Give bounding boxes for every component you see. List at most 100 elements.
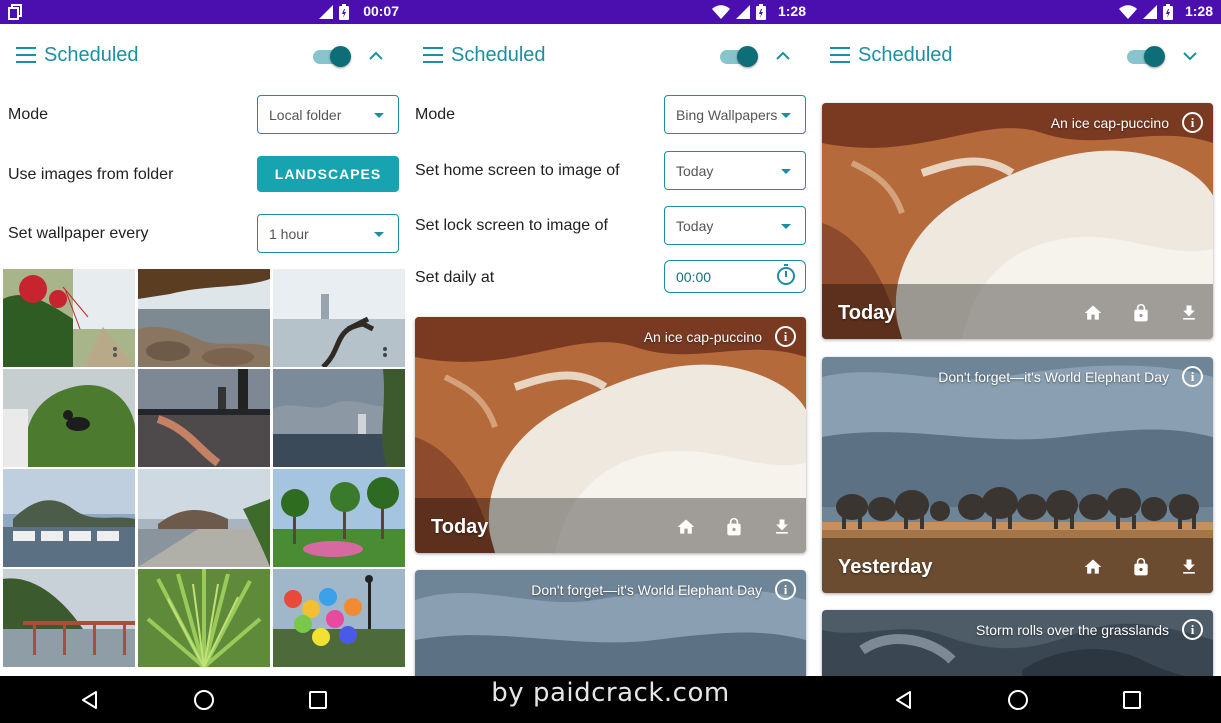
status-bar: 1:28 bbox=[407, 0, 814, 24]
info-icon[interactable]: i bbox=[1182, 619, 1203, 640]
status-bar: 1:28 bbox=[814, 0, 1221, 24]
watermark-text: by paidcrack.com bbox=[491, 678, 730, 708]
folder-button[interactable]: LANDSCAPES bbox=[257, 156, 399, 192]
grid-photo-sunset-lake[interactable] bbox=[138, 369, 270, 467]
folder-label: Use images from folder bbox=[8, 166, 174, 183]
grid-photo-grass[interactable] bbox=[138, 569, 270, 667]
grid-photo-pinwheels[interactable] bbox=[273, 569, 405, 667]
schedule-toggle[interactable] bbox=[1127, 46, 1165, 67]
info-icon[interactable]: i bbox=[775, 579, 796, 600]
home-icon[interactable] bbox=[676, 517, 696, 537]
grid-photo-pier[interactable] bbox=[3, 569, 135, 667]
wallpaper-caption: Don't forget—it's World Elephant Day bbox=[938, 369, 1169, 385]
schedule-toggle[interactable] bbox=[720, 46, 758, 67]
status-time: 1:28 bbox=[777, 3, 806, 19]
page-title: Scheduled bbox=[44, 44, 139, 66]
mode-dropdown[interactable]: Local folder bbox=[257, 95, 399, 134]
grid-photo-cat-tree[interactable] bbox=[3, 369, 135, 467]
download-icon[interactable] bbox=[1179, 303, 1199, 323]
grid-photo-shore[interactable] bbox=[138, 269, 270, 367]
home-screen-dropdown[interactable]: Today bbox=[664, 151, 806, 190]
wallpaper-caption: An ice cap-puccino bbox=[643, 329, 762, 345]
signal-icon bbox=[736, 5, 750, 19]
chevron-up-icon[interactable] bbox=[775, 48, 791, 64]
chevron-up-icon[interactable] bbox=[368, 48, 384, 64]
screen-bing-gallery: 1:28 Scheduled An ice cap-puccino i Toda… bbox=[814, 0, 1221, 676]
dropdown-arrow-icon bbox=[781, 224, 791, 229]
wifi-icon bbox=[1119, 5, 1137, 19]
wallpaper-caption: Storm rolls over the grasslands bbox=[976, 622, 1169, 638]
grid-photo-city-clouds[interactable] bbox=[273, 369, 405, 467]
home-screen-value: Today bbox=[676, 163, 714, 179]
wallpaper-card-today[interactable]: An ice cap-puccino i Today bbox=[415, 317, 806, 553]
wallpaper-caption: Don't forget—it's World Elephant Day bbox=[531, 582, 762, 598]
page-title: Scheduled bbox=[858, 44, 953, 66]
dropdown-arrow-icon bbox=[781, 169, 791, 174]
home-icon[interactable] bbox=[1083, 303, 1103, 323]
daily-time-value: 00:00 bbox=[676, 269, 712, 285]
lock-icon[interactable] bbox=[724, 517, 744, 537]
download-icon[interactable] bbox=[772, 517, 792, 537]
screen-local-folder: 00:07 Scheduled Mode Local folder Use im… bbox=[0, 0, 407, 676]
timer-icon bbox=[777, 264, 795, 285]
app-bar: Scheduled bbox=[407, 24, 814, 88]
home-icon[interactable] bbox=[1083, 557, 1103, 577]
lock-icon[interactable] bbox=[1131, 557, 1151, 577]
screen-bing-settings: 1:28 Scheduled Mode Bing Wallpapers Set … bbox=[407, 0, 814, 676]
info-icon[interactable]: i bbox=[1182, 112, 1203, 133]
chevron-down-icon[interactable] bbox=[1182, 48, 1198, 64]
wallpaper-image-storm bbox=[822, 610, 1213, 676]
battery-icon bbox=[339, 4, 349, 20]
signal-icon bbox=[319, 5, 333, 19]
wallpaper-card-today[interactable]: An ice cap-puccino i Today bbox=[822, 103, 1213, 339]
mode-label: Mode bbox=[8, 106, 49, 123]
daily-time-field[interactable]: 00:00 bbox=[664, 260, 806, 293]
dropdown-arrow-icon bbox=[781, 113, 791, 118]
grid-photo-promenade[interactable] bbox=[138, 469, 270, 567]
dropdown-arrow-icon bbox=[374, 232, 384, 237]
home-screen-label: Set home screen to image of bbox=[415, 162, 620, 179]
grid-photo-harbor[interactable] bbox=[3, 469, 135, 567]
app-bar: Scheduled bbox=[814, 24, 1221, 88]
wifi-icon bbox=[712, 5, 730, 19]
wallpaper-day: Today bbox=[431, 516, 489, 538]
lock-screen-dropdown[interactable]: Today bbox=[664, 206, 806, 245]
daily-time-label: Set daily at bbox=[415, 269, 495, 286]
status-time: 1:28 bbox=[1184, 3, 1213, 19]
battery-icon bbox=[1163, 4, 1173, 20]
signal-icon bbox=[1143, 5, 1157, 19]
status-time: 00:07 bbox=[363, 3, 399, 19]
wallpaper-day: Yesterday bbox=[838, 556, 933, 578]
wallpaper-card-storm[interactable]: Storm rolls over the grasslands i bbox=[822, 610, 1213, 676]
menu-icon[interactable] bbox=[423, 47, 443, 63]
card-actions bbox=[1083, 303, 1199, 323]
status-bar: 00:07 bbox=[0, 0, 407, 24]
lock-screen-label: Set lock screen to image of bbox=[415, 217, 608, 234]
grid-photo-palms[interactable] bbox=[273, 469, 405, 567]
interval-dropdown[interactable]: 1 hour bbox=[257, 214, 399, 253]
download-icon[interactable] bbox=[1179, 557, 1199, 577]
info-icon[interactable]: i bbox=[1182, 366, 1203, 387]
card-actions bbox=[1083, 557, 1199, 577]
dropdown-arrow-icon bbox=[374, 113, 384, 118]
lock-screen-value: Today bbox=[676, 218, 714, 234]
schedule-toggle[interactable] bbox=[313, 46, 351, 67]
menu-icon[interactable] bbox=[830, 47, 850, 63]
wallpaper-caption: An ice cap-puccino bbox=[1050, 115, 1169, 131]
grid-photo-branch[interactable] bbox=[273, 269, 405, 367]
copy-icon bbox=[8, 4, 22, 20]
grid-photo-flower[interactable] bbox=[3, 269, 135, 367]
page-title: Scheduled bbox=[451, 44, 546, 66]
wallpaper-card-yesterday[interactable]: Don't forget—it's World Elephant Day i Y… bbox=[822, 357, 1213, 593]
app-bar: Scheduled bbox=[0, 24, 407, 88]
mode-value: Bing Wallpapers bbox=[676, 107, 778, 123]
mode-value: Local folder bbox=[269, 107, 342, 123]
interval-value: 1 hour bbox=[269, 226, 309, 242]
wallpaper-day: Today bbox=[838, 302, 896, 324]
mode-dropdown[interactable]: Bing Wallpapers bbox=[664, 95, 806, 134]
menu-icon[interactable] bbox=[16, 47, 36, 63]
card-actions bbox=[676, 517, 792, 537]
info-icon[interactable]: i bbox=[775, 326, 796, 347]
wallpaper-card-elephant[interactable]: Don't forget—it's World Elephant Day i bbox=[415, 570, 806, 676]
lock-icon[interactable] bbox=[1131, 303, 1151, 323]
